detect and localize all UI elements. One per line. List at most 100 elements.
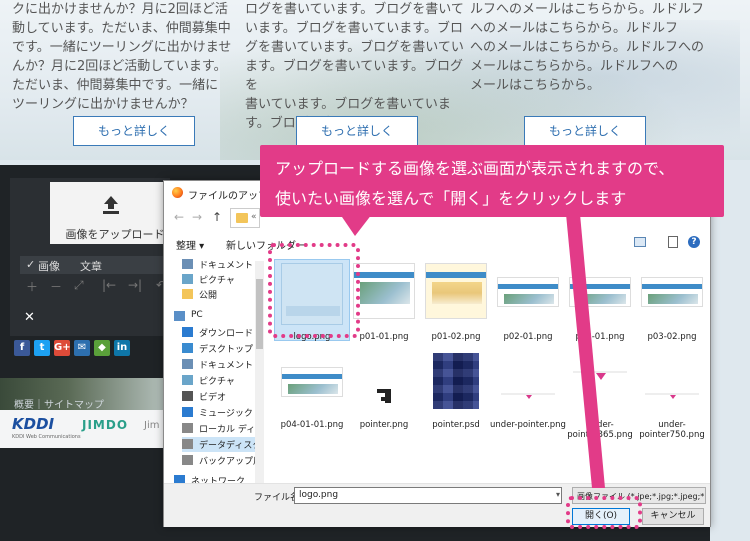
navigation-scrollbar[interactable] — [255, 261, 264, 483]
text-line: います。ブログを書いています。ブロ — [245, 21, 464, 36]
music-icon — [182, 407, 193, 417]
nav-item-label: ドキュメント — [199, 361, 254, 371]
nav-item-label: デスクトップ — [199, 345, 254, 355]
file-name: p02-01.png — [503, 332, 553, 342]
file-item[interactable]: p01-02.png — [418, 259, 494, 342]
align-left-icon[interactable]: |← — [102, 278, 116, 292]
address-bar[interactable]: « — [230, 208, 260, 228]
file-name: pointer.png — [359, 420, 409, 430]
upload-label: 画像をアップロード — [65, 228, 165, 241]
preview-image — [288, 384, 338, 394]
file-item[interactable]: p04-01-01.png — [274, 349, 350, 430]
file-name: under-pointer.png — [490, 420, 566, 430]
filename-input[interactable]: logo.png — [294, 487, 562, 504]
address-overflow: « — [251, 212, 257, 222]
text-column-1: クに出かけませんか？月に2回ほど活 動しています。ただいま、仲間募集中 です。一… — [12, 0, 237, 114]
text-line: へのメールはこちらから。ルドルフへの — [470, 40, 705, 55]
footer-links[interactable]: 概要｜サイトマップ — [14, 396, 104, 411]
more-button-1[interactable]: もっと詳しく — [73, 116, 195, 146]
social-button[interactable]: ✉ — [74, 340, 90, 356]
text-column-3: ルフへのメールはこちらから。ルドルフ へのメールはこちらから。ルドルフ へのメー… — [470, 0, 705, 95]
social-button[interactable]: ◆ — [94, 340, 110, 356]
scrollbar-thumb[interactable] — [256, 279, 263, 349]
desktop-icon — [182, 343, 193, 353]
folder-icon — [182, 289, 193, 299]
disk-icon — [182, 455, 193, 465]
text-line: メールはこちらから。 — [470, 78, 601, 93]
nav-item[interactable]: PC — [174, 309, 256, 324]
instruction-line-2: 使いたい画像を選んで「開く」をクリックします — [275, 189, 627, 208]
social-button[interactable]: G+ — [54, 340, 71, 356]
more-button-3[interactable]: もっと詳しく — [524, 116, 646, 146]
back-icon[interactable]: ← — [174, 210, 184, 224]
up-icon[interactable]: ↑ — [212, 210, 222, 224]
forward-icon[interactable]: → — [192, 210, 202, 224]
nav-item[interactable]: デスクトップ — [182, 341, 264, 356]
view-options-icon[interactable] — [634, 237, 646, 247]
chevron-down-icon[interactable]: ▾ — [556, 490, 560, 499]
preview-image — [504, 294, 554, 304]
file-name: p01-02.png — [431, 332, 481, 342]
social-button[interactable]: f — [14, 340, 30, 356]
firefox-icon — [172, 187, 183, 198]
nav-item[interactable]: 公開 — [182, 287, 264, 302]
preview-image — [648, 294, 698, 304]
align-right-icon[interactable]: →| — [128, 278, 142, 292]
check-icon: ✓ — [26, 258, 36, 271]
nav-item[interactable]: データディスク (D:) — [182, 437, 264, 452]
nav-item[interactable]: ミュージック — [182, 405, 264, 420]
file-item[interactable]: p03-02.png — [634, 259, 710, 342]
file-thumbnail — [353, 363, 415, 411]
folder-icon — [236, 213, 248, 223]
nav-item[interactable]: ビデオ — [182, 389, 264, 404]
nav-item[interactable]: ネットワーク — [174, 473, 256, 483]
zoom-out-icon[interactable]: － — [50, 278, 62, 295]
tab-image[interactable]: 画像 — [38, 258, 60, 274]
pointer-icon — [377, 389, 391, 403]
text-line: です。一緒にツーリングに出かけませ — [12, 40, 232, 55]
image-upload-button[interactable]: 画像をアップロード — [50, 182, 180, 244]
preview-bar — [354, 272, 414, 278]
file-thumbnail — [569, 277, 631, 307]
file-name: p04-01-01.png — [280, 420, 344, 430]
file-item[interactable]: under-pointer.png — [490, 349, 566, 430]
nav-item-label: ネットワーク — [191, 477, 246, 483]
more-button-2[interactable]: もっと詳しく — [296, 116, 418, 146]
text-line: ます。ブログを書いています。ブログを — [245, 59, 464, 93]
nav-item[interactable]: ピクチャ — [182, 373, 264, 388]
text-line: 動しています。ただいま、仲間募集中 — [12, 21, 231, 36]
picture-icon — [182, 274, 193, 284]
preview-pane-icon[interactable] — [668, 236, 678, 248]
file-item[interactable]: p02-01.png — [490, 259, 566, 342]
file-item[interactable]: under-pointer365.png — [562, 349, 638, 440]
file-item[interactable]: pointer.png — [346, 349, 422, 430]
cancel-button[interactable]: キャンセル — [642, 508, 704, 525]
tab-text[interactable]: 文章 — [80, 258, 102, 274]
file-thumbnail — [641, 363, 703, 411]
social-button[interactable]: in — [114, 340, 130, 356]
file-item[interactable]: p03-01.png — [562, 259, 638, 342]
social-button[interactable]: t — [34, 340, 50, 356]
file-item[interactable]: under-pointer750.png — [634, 349, 710, 440]
dialog-commandbar: 整理 ▾ 新しいフォルダー ? — [164, 231, 710, 255]
nav-item[interactable]: ダウンロード — [182, 325, 264, 340]
text-line: 書いています。ブログを書いていま — [245, 97, 451, 112]
text-line: クに出かけませんか？月に2回ほど活 — [12, 2, 228, 17]
highlight-selected-file — [268, 243, 360, 338]
zoom-in-icon[interactable]: ＋ — [26, 278, 38, 295]
organize-button[interactable]: 整理 ▾ — [176, 237, 204, 252]
file-thumbnail — [433, 353, 479, 409]
close-icon[interactable]: ✕ — [24, 310, 35, 325]
nav-item[interactable]: ローカル ディスク (C — [182, 421, 264, 436]
help-icon[interactable]: ? — [688, 236, 700, 248]
nav-item-label: ミュージック — [199, 409, 253, 419]
fit-icon[interactable]: ⤢ — [74, 278, 84, 293]
nav-item-label: ビデオ — [199, 393, 227, 403]
nav-item[interactable]: ドキュメント — [182, 357, 264, 372]
nav-item[interactable]: ピクチャ — [182, 272, 264, 287]
nav-item[interactable]: ドキュメント — [182, 257, 264, 272]
file-item[interactable]: pointer.psd — [418, 349, 494, 430]
document-icon — [182, 359, 193, 369]
preview-bar — [282, 374, 342, 379]
nav-item[interactable]: バックアップ用古い — [182, 453, 264, 468]
